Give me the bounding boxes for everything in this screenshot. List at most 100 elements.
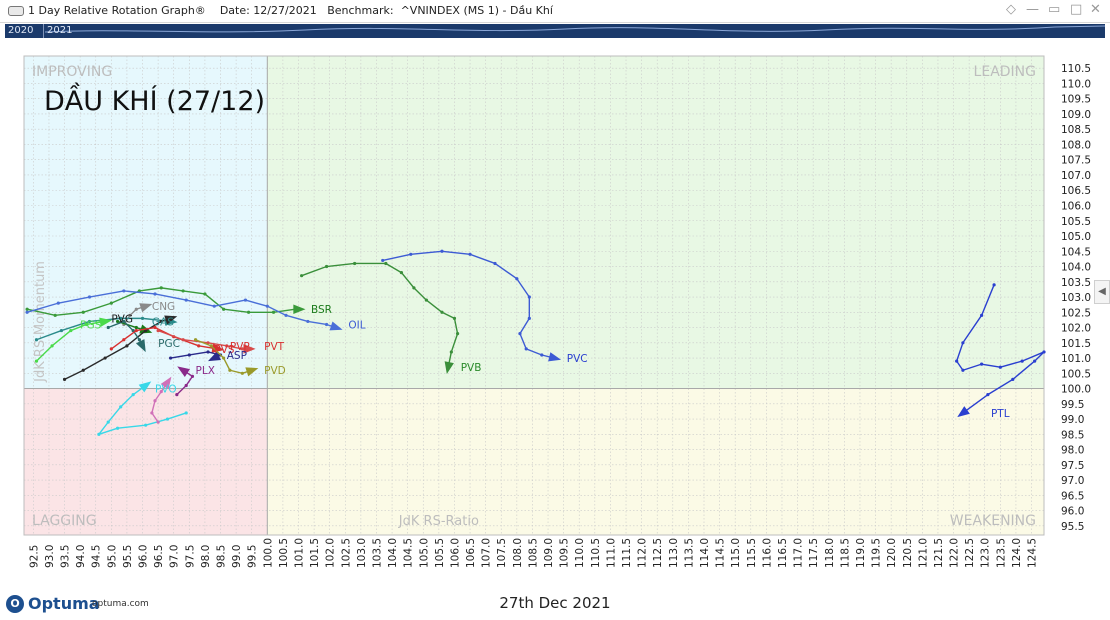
series-point (156, 328, 160, 333)
series-point (265, 304, 269, 308)
series-point (493, 261, 497, 266)
x-tick-label: 102.5 (340, 538, 352, 568)
x-tick-label: 106.5 (465, 538, 477, 568)
x-tick-label: 98.5 (216, 545, 228, 568)
y-tick-label: 97.0 (1061, 475, 1084, 487)
y-tick-label: 99.0 (1061, 414, 1084, 426)
x-tick-label: 99.5 (247, 545, 259, 568)
series-point (955, 359, 959, 363)
x-tick-label: 109.0 (543, 538, 555, 568)
y-tick-label: 104.0 (1061, 262, 1091, 274)
series-point (515, 277, 519, 281)
label-pgs: PGS (80, 319, 101, 331)
y-tick-label: 106.5 (1061, 185, 1091, 197)
series-point (1042, 350, 1046, 354)
x-tick-label: 107.0 (481, 538, 493, 568)
y-tick-label: 95.5 (1061, 521, 1084, 533)
x-tick-label: 108.5 (527, 538, 539, 568)
series-point (56, 301, 60, 305)
x-tick-label: 114.0 (699, 538, 711, 568)
series-point (440, 310, 444, 314)
series-point (961, 341, 965, 345)
x-tick-label: 124.5 (1027, 538, 1039, 568)
series-point (81, 310, 85, 314)
x-tick-label: 103.5 (371, 538, 383, 568)
y-tick-label: 98.5 (1061, 429, 1084, 441)
label-pgc: PGC (158, 338, 180, 350)
series-point (246, 310, 251, 314)
x-tick-label: 104.5 (403, 538, 415, 568)
series-point (240, 371, 244, 375)
series-point (81, 368, 85, 372)
label-pvo: PVO (155, 384, 177, 396)
series-point (187, 353, 191, 357)
series-point (452, 316, 457, 320)
series-point (1020, 359, 1024, 363)
series-point (399, 271, 404, 275)
series-point (109, 301, 113, 305)
x-tick-label: 98.0 (200, 545, 212, 568)
series-point (222, 307, 226, 311)
series-point (468, 252, 472, 256)
series-point (381, 258, 385, 263)
x-tick-label: 117.0 (793, 538, 805, 568)
label-pvc: PVC (567, 353, 588, 365)
x-tick-label: 94.5 (91, 545, 103, 568)
y-tick-label: 103.0 (1061, 292, 1091, 304)
series-point (134, 307, 138, 311)
label-bsr: BSR (311, 304, 332, 316)
series-point (271, 310, 276, 314)
series-point (109, 347, 113, 351)
series-point (527, 295, 531, 299)
series-point (153, 292, 157, 296)
series-point (184, 298, 188, 302)
y-tick-label: 105.0 (1061, 231, 1091, 243)
y-tick-label: 103.5 (1061, 277, 1091, 289)
series-point (961, 368, 965, 372)
series-point (455, 332, 460, 336)
label-pvb: PVB (461, 362, 482, 374)
y-tick-label: 110.5 (1061, 63, 1091, 75)
x-tick-label: 95.5 (122, 545, 134, 568)
series-point (153, 399, 157, 403)
y-tick-label: 96.0 (1061, 506, 1084, 518)
x-tick-label: 110.5 (590, 538, 602, 568)
series-point (169, 356, 173, 360)
label-pvg: PVG (111, 313, 133, 325)
series-point (159, 286, 163, 290)
x-tick-label: 120.5 (902, 538, 914, 568)
series-point (384, 261, 388, 266)
y-tick-label: 106.0 (1061, 200, 1091, 212)
series-point (156, 420, 160, 424)
collapse-panel-icon[interactable]: ◀ (1094, 280, 1110, 304)
x-tick-label: 97.0 (169, 545, 181, 568)
x-tick-label: 112.0 (637, 538, 649, 568)
series-point (228, 368, 232, 372)
label-plx: PLX (196, 365, 215, 377)
series-point (150, 411, 154, 415)
x-tick-label: 116.5 (777, 538, 789, 568)
y-tick-label: 100.0 (1061, 384, 1091, 396)
series-point (222, 356, 226, 360)
series-point (62, 377, 67, 382)
series-point (1011, 377, 1015, 382)
x-tick-label: 106.0 (449, 538, 461, 568)
series-point (140, 316, 145, 320)
x-tick-label: 111.5 (621, 538, 633, 568)
series-point (409, 252, 413, 256)
y-tick-label: 108.5 (1061, 124, 1091, 136)
y-tick-label: 109.5 (1061, 94, 1091, 106)
series-point (125, 344, 129, 348)
series-point (197, 344, 201, 348)
x-tick-label: 104.0 (387, 538, 399, 568)
y-tick-label: 101.5 (1061, 338, 1091, 350)
x-tick-label: 123.0 (980, 538, 992, 568)
x-tick-label: 115.5 (746, 538, 758, 568)
series-point (144, 423, 148, 427)
series-point (209, 344, 213, 348)
series-point (25, 310, 29, 314)
x-tick-label: 109.5 (559, 538, 571, 568)
quadrant-label-leading: LEADING (974, 64, 1036, 80)
x-tick-label: 115.0 (730, 538, 742, 568)
y-tick-label: 102.5 (1061, 307, 1091, 319)
